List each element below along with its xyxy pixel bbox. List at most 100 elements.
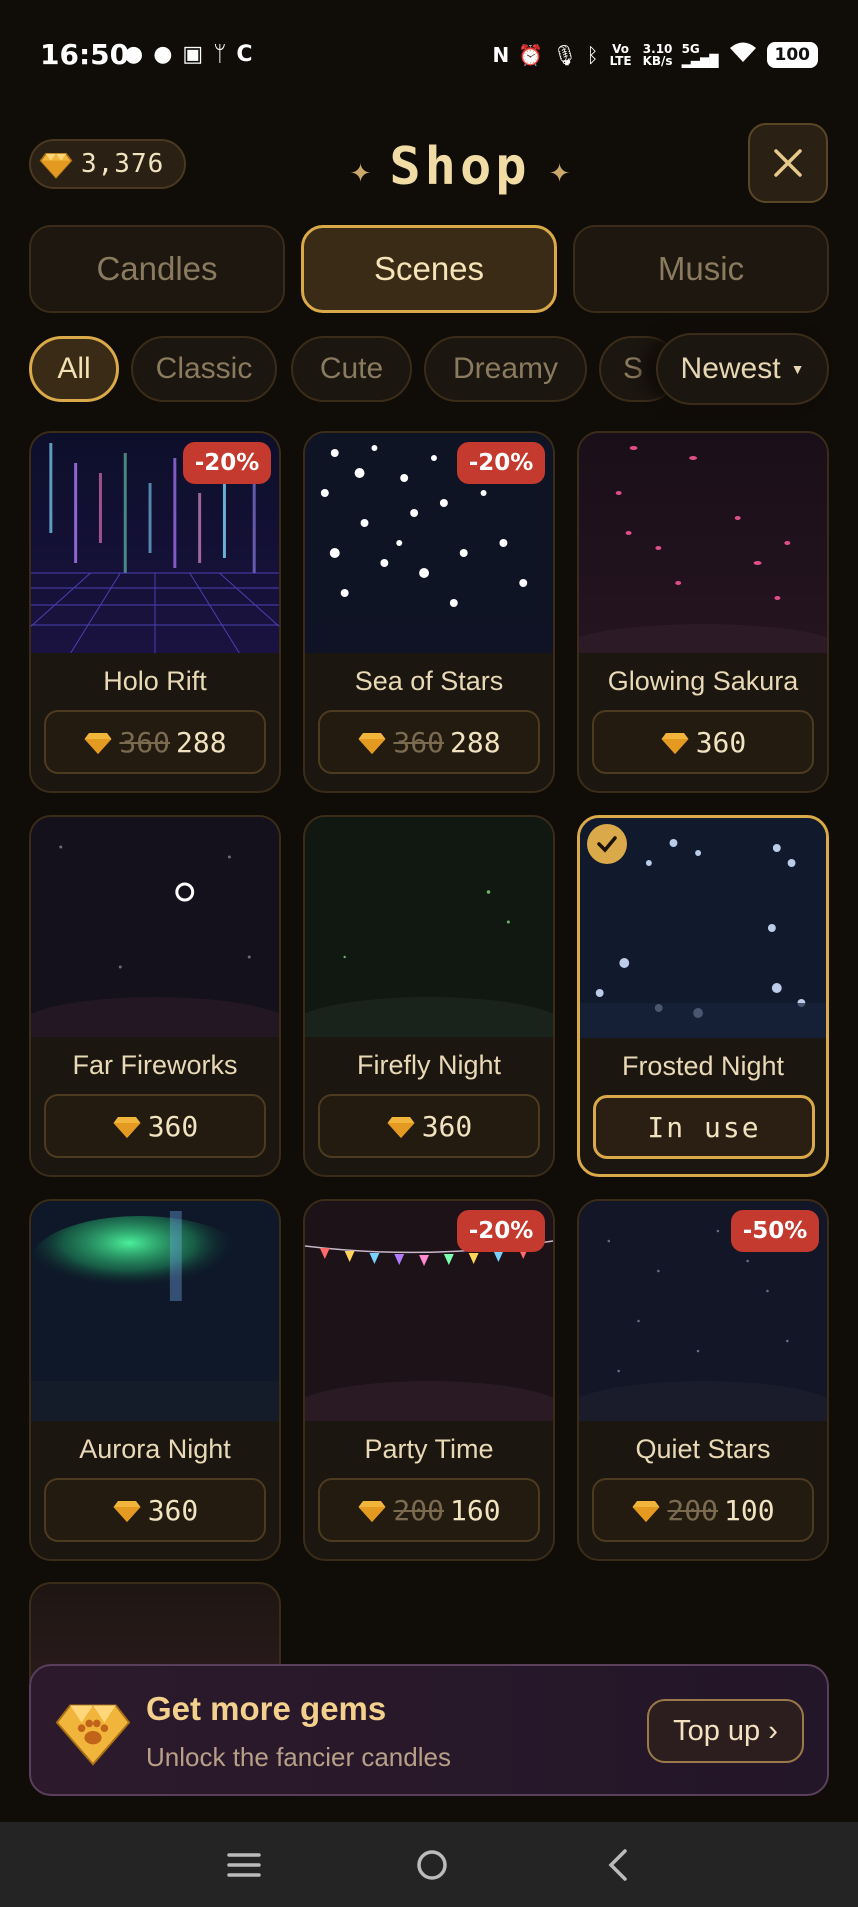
scene-thumbnail <box>305 817 553 1037</box>
buy-button[interactable]: 360 <box>44 1478 266 1542</box>
scene-name: Frosted Night <box>621 1050 785 1081</box>
system-nav-bar <box>0 1822 858 1907</box>
status-bar: 16:50 ● ● ▣ ᛘ C N ⏰ 🎙 ᛒ Vo LTE 3.10 KB/s… <box>0 0 858 110</box>
buy-button[interactable]: 200 100 <box>592 1478 814 1542</box>
scene-card-aurora-night[interactable]: Aurora Night 360 <box>29 1199 281 1561</box>
sort-dropdown[interactable]: Newest ▼ <box>656 333 829 405</box>
scene-name: Holo Rift <box>103 665 207 696</box>
selected-check-icon <box>587 824 627 864</box>
scene-card-frosted-night[interactable]: Frosted Night In use <box>577 815 829 1177</box>
scene-card-holo-rift[interactable]: -20% Holo Rift 360 288 <box>29 431 281 793</box>
gem-balance-value: 3,376 <box>81 149 165 179</box>
network-type: 5G <box>681 41 700 56</box>
get-gems-banner[interactable]: Get more gems Unlock the fancier candles… <box>29 1664 829 1796</box>
scene-thumbnail <box>31 817 279 1037</box>
buy-button[interactable]: 360 288 <box>318 710 540 774</box>
scene-card-quiet-stars[interactable]: -50% Quiet Stars 200 100 <box>577 1199 829 1561</box>
battery-indicator: 100 <box>766 41 818 68</box>
status-left-icons: ● ● ▣ ᛘ C <box>124 42 253 67</box>
sale-price: 288 <box>176 725 227 759</box>
scene-card-firefly-night[interactable]: Firefly Night 360 <box>303 815 555 1177</box>
banner-subtitle: Unlock the fancier candles <box>146 1742 451 1772</box>
tab-candles[interactable]: Candles <box>29 225 285 313</box>
status-right-icons: N ⏰ 🎙 ᛒ Vo LTE 3.10 KB/s 5G ▂▄▆█ 100 <box>493 40 818 69</box>
buy-button[interactable]: 360 <box>592 710 814 774</box>
price: 360 <box>421 1109 473 1143</box>
price: 360 <box>147 1493 199 1527</box>
filter-classic[interactable]: Classic <box>131 336 277 402</box>
scene-name: Sea of Stars <box>354 665 504 696</box>
gem-icon <box>113 1117 141 1138</box>
buy-button[interactable]: 360 <box>318 1094 540 1158</box>
filter-cute[interactable]: Cute <box>291 336 412 402</box>
back-icon[interactable] <box>603 1848 631 1882</box>
sparkle-icon: ✦ <box>548 159 571 189</box>
gem-icon <box>661 733 689 754</box>
chat-bubble-icon: ● <box>124 42 144 67</box>
tab-music[interactable]: Music <box>573 225 829 313</box>
scene-name: Far Fireworks <box>72 1049 238 1080</box>
scene-name: Party Time <box>364 1433 494 1464</box>
bluetooth-icon: ᛒ <box>586 42 599 67</box>
discount-badge: -50% <box>731 1210 819 1252</box>
wifi-icon <box>728 40 758 69</box>
gem-icon <box>113 1501 141 1522</box>
price: 360 <box>695 725 747 759</box>
filter-dreamy[interactable]: Dreamy <box>424 336 587 402</box>
page-title: Shop <box>389 137 531 197</box>
scene-name: Glowing Sakura <box>607 665 799 696</box>
c-app-icon: C <box>236 42 253 67</box>
banner-title: Get more gems <box>146 1690 387 1727</box>
original-price: 200 <box>393 1493 444 1527</box>
close-icon <box>774 149 802 177</box>
home-icon[interactable] <box>415 1848 449 1882</box>
network-speed: 3.10 KB/s <box>643 43 673 67</box>
close-button[interactable] <box>748 123 828 203</box>
page-title-wrap: ✦ Shop ✦ <box>340 132 580 202</box>
scene-card-far-fireworks[interactable]: Far Fireworks 360 <box>29 815 281 1177</box>
mic-icon: 🎙 <box>552 42 578 67</box>
discount-badge: -20% <box>183 442 271 484</box>
sort-label: Newest <box>680 352 781 385</box>
original-price: 200 <box>667 1493 718 1527</box>
gem-balance[interactable]: 3,376 <box>29 139 186 189</box>
caret-down-icon: ▼ <box>790 361 805 377</box>
original-price: 360 <box>393 725 444 759</box>
status-time: 16:50 <box>40 38 130 71</box>
sparkle-icon: ✦ <box>349 159 372 189</box>
sale-price: 100 <box>724 1493 775 1527</box>
speed-unit: KB/s <box>642 53 673 68</box>
original-price: 360 <box>119 725 170 759</box>
menu-icon[interactable] <box>227 1851 261 1879</box>
scene-card-party-time[interactable]: -20% Party Time 200 160 <box>303 1199 555 1561</box>
tab-scenes[interactable]: Scenes <box>301 225 557 313</box>
clipboard-check-icon: ▣ <box>182 42 204 67</box>
gem-icon <box>358 1501 386 1522</box>
top-up-button[interactable]: Top up › <box>647 1699 804 1763</box>
usb-icon: ᛘ <box>213 42 227 67</box>
scene-name: Aurora Night <box>79 1433 231 1464</box>
discount-badge: -20% <box>457 442 545 484</box>
buy-button[interactable]: 200 160 <box>318 1478 540 1542</box>
signal-icon: 5G ▂▄▆█ <box>681 41 719 68</box>
gem-icon <box>358 733 386 754</box>
scene-card-sea-of-stars[interactable]: -20% Sea of Stars 360 288 <box>303 431 555 793</box>
discount-badge: -20% <box>457 1210 545 1252</box>
nfc-icon: N <box>492 42 510 67</box>
scene-name: Quiet Stars <box>635 1433 771 1464</box>
gem-icon <box>39 152 73 179</box>
sale-price: 288 <box>450 725 501 759</box>
buy-button[interactable]: 360 288 <box>44 710 266 774</box>
alarm-icon: ⏰ <box>518 42 544 67</box>
scene-card-glowing-sakura[interactable]: Glowing Sakura 360 <box>577 431 829 793</box>
gem-icon <box>84 733 112 754</box>
paw-gem-icon <box>55 1704 131 1766</box>
gem-icon <box>387 1117 415 1138</box>
in-use-button[interactable]: In use <box>593 1095 815 1159</box>
buy-button[interactable]: 360 <box>44 1094 266 1158</box>
price: 360 <box>147 1109 199 1143</box>
scene-thumbnail <box>31 1201 279 1421</box>
scene-thumbnail <box>579 433 827 653</box>
sale-price: 160 <box>450 1493 501 1527</box>
filter-all[interactable]: All <box>29 336 119 402</box>
